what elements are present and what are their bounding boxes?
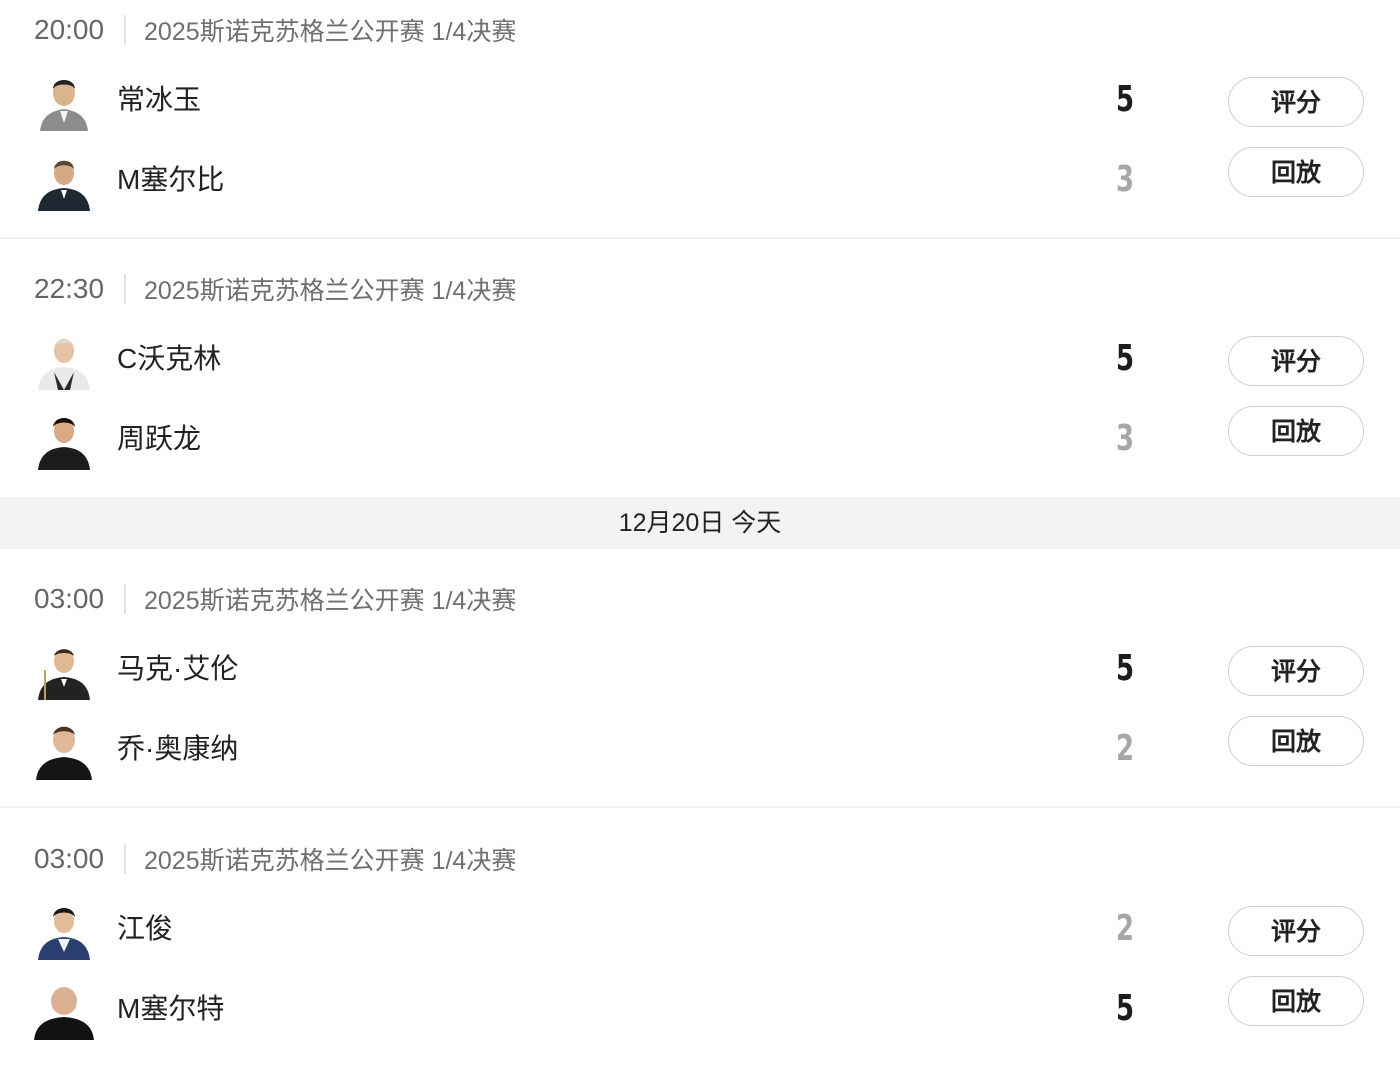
replay-button[interactable]: 回放 (1228, 147, 1364, 197)
player-name: 江俊 (117, 913, 174, 944)
header-divider (124, 15, 126, 45)
player-avatar (34, 720, 94, 780)
player-name: M塞尔比 (117, 164, 225, 195)
player-score: 3 (1115, 418, 1135, 459)
player-avatar (34, 410, 94, 470)
player-avatar (34, 980, 94, 1040)
rate-button[interactable]: 评分 (1228, 77, 1364, 127)
player-score: 2 (1115, 728, 1135, 769)
player-name: 周跃龙 (117, 423, 202, 454)
match-card[interactable]: 03:00 2025斯诺克苏格兰公开赛 1/4决赛 江俊 2 M塞尔特 5 评分… (0, 829, 1400, 1066)
match-header: 03:00 2025斯诺克苏格兰公开赛 1/4决赛 (34, 569, 516, 629)
match-card[interactable]: 22:30 2025斯诺克苏格兰公开赛 1/4决赛 C沃克林 5 周跃龙 3 评… (0, 259, 1400, 497)
match-header: 03:00 2025斯诺克苏格兰公开赛 1/4决赛 (34, 829, 516, 889)
rate-button[interactable]: 评分 (1228, 336, 1364, 386)
player-row[interactable]: M塞尔特 5 (0, 974, 1400, 1044)
match-header: 22:30 2025斯诺克苏格兰公开赛 1/4决赛 (34, 259, 516, 319)
player-row[interactable]: 江俊 2 (0, 894, 1400, 964)
player-avatar (34, 640, 94, 700)
player-score: 5 (1115, 988, 1135, 1029)
header-divider (124, 584, 126, 614)
replay-button[interactable]: 回放 (1228, 976, 1364, 1026)
rate-button[interactable]: 评分 (1228, 646, 1364, 696)
match-title: 2025斯诺克苏格兰公开赛 1/4决赛 (144, 277, 517, 305)
match-card[interactable]: 03:00 2025斯诺克苏格兰公开赛 1/4决赛 马克·艾伦 5 乔·奥康纳 … (0, 569, 1400, 807)
player-name: 马克·艾伦 (117, 653, 239, 684)
player-score: 5 (1115, 648, 1135, 689)
player-name: 乔·奥康纳 (117, 733, 239, 764)
match-header: 20:00 2025斯诺克苏格兰公开赛 1/4决赛 (34, 0, 516, 60)
header-divider (124, 844, 126, 874)
player-score: 5 (1115, 338, 1135, 379)
player-row[interactable]: M塞尔比 3 (0, 145, 1400, 215)
player-avatar (34, 71, 94, 131)
player-name: 常冰玉 (117, 84, 202, 115)
player-row[interactable]: 常冰玉 5 (0, 65, 1400, 135)
player-avatar (34, 151, 94, 211)
player-row[interactable]: 周跃龙 3 (0, 404, 1400, 474)
header-divider (124, 274, 126, 304)
replay-button[interactable]: 回放 (1228, 406, 1364, 456)
rate-button[interactable]: 评分 (1228, 906, 1364, 956)
player-score: 3 (1115, 159, 1135, 200)
separator (0, 237, 1400, 239)
match-card[interactable]: 20:00 2025斯诺克苏格兰公开赛 1/4决赛 常冰玉 5 M塞尔比 3 评… (0, 0, 1400, 238)
match-time: 20:00 (34, 14, 105, 45)
match-time: 03:00 (34, 843, 105, 874)
match-time: 03:00 (34, 583, 105, 614)
player-row[interactable]: C沃克林 5 (0, 324, 1400, 394)
player-name: C沃克林 (117, 343, 222, 374)
match-time: 22:30 (34, 273, 105, 304)
date-separator: 12月20日 今天 (0, 497, 1400, 549)
player-score: 5 (1115, 79, 1135, 120)
player-name: M塞尔特 (117, 993, 225, 1024)
match-title: 2025斯诺克苏格兰公开赛 1/4决赛 (144, 847, 517, 875)
match-title: 2025斯诺克苏格兰公开赛 1/4决赛 (144, 587, 517, 615)
player-row[interactable]: 乔·奥康纳 2 (0, 714, 1400, 784)
player-score: 2 (1115, 908, 1135, 949)
match-title: 2025斯诺克苏格兰公开赛 1/4决赛 (144, 18, 517, 46)
replay-button[interactable]: 回放 (1228, 716, 1364, 766)
player-avatar (34, 330, 94, 390)
player-row[interactable]: 马克·艾伦 5 (0, 634, 1400, 704)
separator (0, 806, 1400, 808)
player-avatar (34, 900, 94, 960)
